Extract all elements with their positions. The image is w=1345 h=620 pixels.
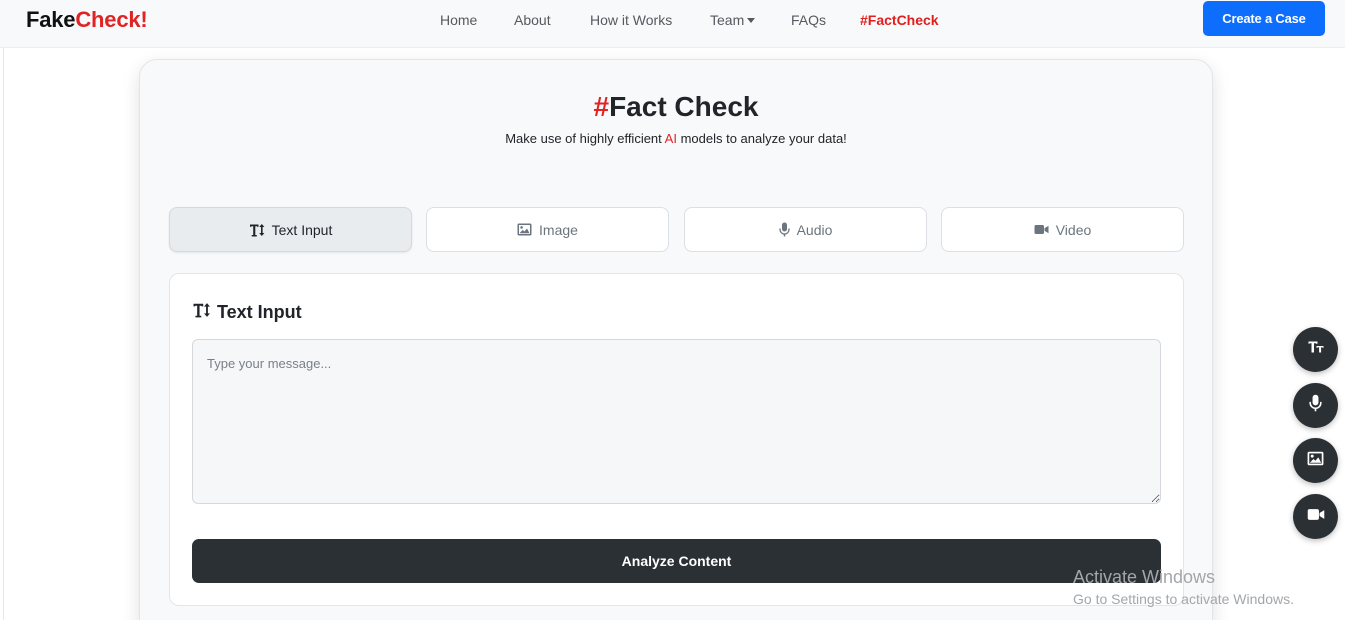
top-navbar: FakeCheck! Home About How it Works Team … [0,0,1345,48]
page-subtitle: Make use of highly efficient AI models t… [140,131,1212,147]
text-height-icon [192,301,211,323]
analyze-content-button[interactable]: Analyze Content [192,539,1161,583]
title-text: Fact Check [609,91,759,122]
image-icon [517,223,532,236]
tab-video[interactable]: Video [941,207,1184,252]
tab-text-input[interactable]: Text Input [169,207,412,252]
tab-audio-label: Audio [796,221,833,238]
microphone-icon [778,222,790,237]
input-type-tabs: Text Input Image Audio Video [169,207,1184,252]
title-hash: # [593,91,610,122]
text-input-panel: Text Input Analyze Content [169,273,1184,606]
fab-audio[interactable] [1293,383,1338,428]
page-title: #Fact Check [140,90,1212,124]
video-camera-icon [1307,508,1325,526]
subtitle-before: Make use of highly efficient [505,131,665,146]
nav-team-label: Team [710,12,745,28]
fab-text-input[interactable] [1293,327,1338,372]
page-left-border [3,48,4,620]
subtitle-after: models to analyze your data! [676,131,847,146]
tab-image[interactable]: Image [426,207,669,252]
windows-activation-title: Activate Windows [1073,567,1216,587]
windows-activation-subtitle: Go to Settings to activate Windows. [1073,591,1294,607]
panel-title: Text Input [192,301,302,323]
tab-image-label: Image [539,221,578,238]
create-case-button[interactable]: Create a Case [1203,1,1325,36]
tab-audio[interactable]: Audio [684,207,927,252]
nav-faqs-link[interactable]: FAQs [791,11,826,29]
subtitle-ai: AI [664,131,677,146]
fab-video[interactable] [1293,494,1338,539]
brand-part-exclaim: ! [140,7,148,32]
nav-home-link[interactable]: Home [440,11,477,29]
video-camera-icon [1034,224,1049,235]
brand-logo[interactable]: FakeCheck! [26,6,148,34]
tab-text-input-label: Text Input [271,221,333,238]
brand-part-check: Check [75,7,141,32]
nav-team-dropdown[interactable]: Team [710,11,756,29]
panel-title-label: Text Input [217,302,302,322]
message-textarea[interactable] [192,339,1161,504]
nav-about-link[interactable]: About [514,11,551,29]
nav-factcheck-link[interactable]: #FactCheck [860,11,939,29]
microphone-icon [1309,394,1322,417]
brand-part-fake: Fake [26,7,76,32]
text-size-icon [1308,340,1324,359]
nav-how-it-works-link[interactable]: How it Works [590,11,672,29]
text-height-icon [249,223,265,237]
fact-check-card: #Fact Check Make use of highly efficient… [139,59,1213,620]
chevron-down-icon [747,17,756,23]
image-icon [1307,451,1324,471]
fab-image[interactable] [1293,438,1338,483]
tab-video-label: Video [1055,221,1092,238]
